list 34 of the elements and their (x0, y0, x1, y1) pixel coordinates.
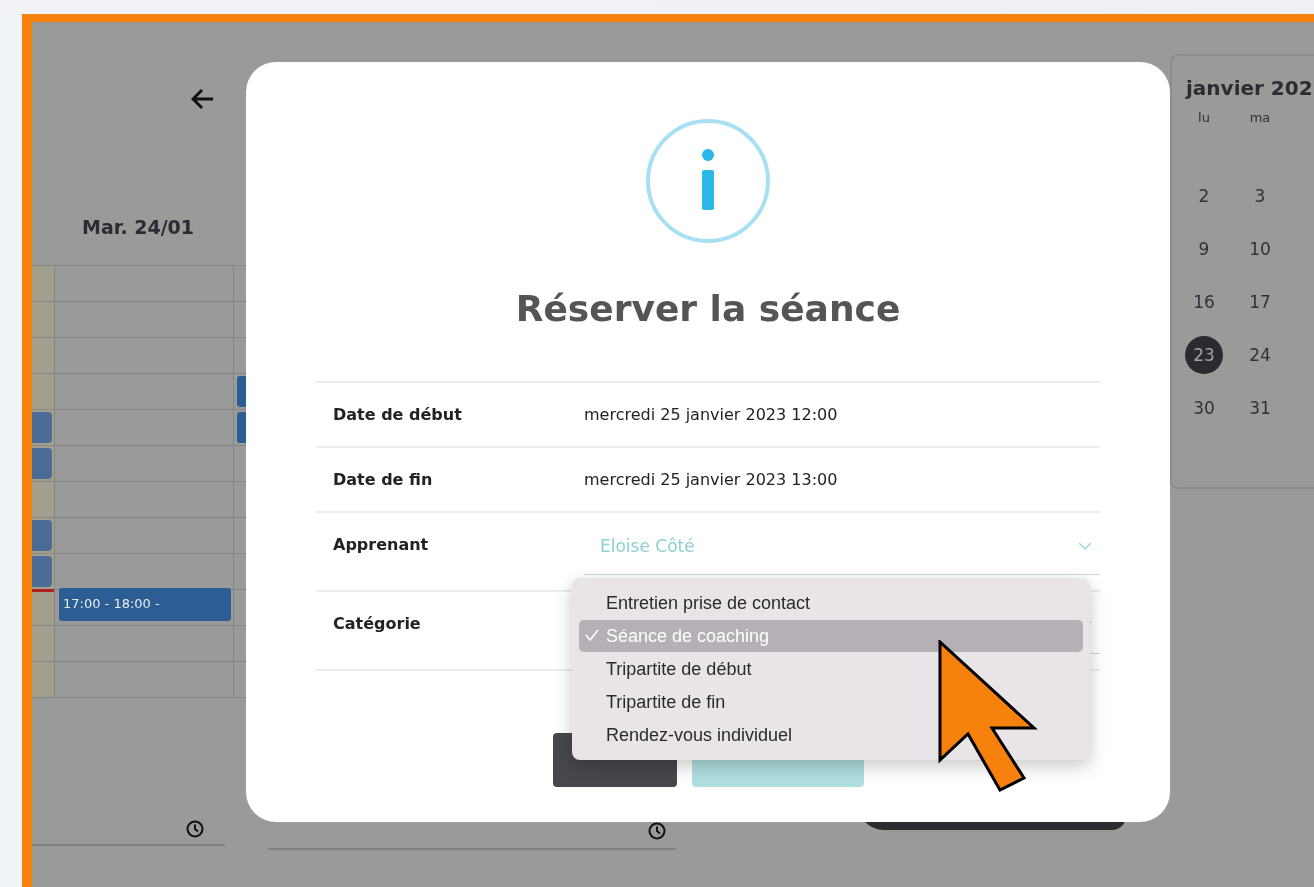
dialog-title: Réserver la séance (515, 288, 901, 329)
calendar-day[interactable]: 16 (1185, 283, 1223, 321)
field-label: Apprenant (332, 534, 430, 554)
clock-icon (186, 820, 204, 838)
field-value: mercredi 25 janvier 2023 13:00 (584, 470, 838, 489)
calendar-event[interactable]: 17:00 - 18:00 - (59, 588, 231, 621)
calendar-day[interactable]: 3 (1241, 177, 1279, 215)
clock-icon (648, 822, 666, 840)
calendar-day[interactable]: 17 (1241, 283, 1279, 321)
day-header: Mar. 24/01 (82, 216, 196, 238)
back-arrow-icon[interactable] (191, 88, 215, 110)
calendar-day[interactable]: 9 (1185, 230, 1223, 268)
calendar-day[interactable]: 30 (1185, 389, 1223, 427)
weekday-label: lu (1197, 110, 1211, 125)
chevron-down-icon (1078, 541, 1092, 550)
dropdown-option[interactable]: Tripartite de fin (579, 686, 1083, 718)
month-title: janvier 202 (1186, 76, 1314, 100)
dropdown-option[interactable]: Rendez-vous individuel (579, 719, 1083, 751)
weekday-label: ma (1248, 110, 1272, 125)
checkmark-icon (585, 629, 599, 641)
info-icon (645, 118, 771, 244)
dropdown-option[interactable]: Tripartite de début (579, 653, 1083, 685)
field-label: Date de début (332, 405, 463, 424)
field-label: Catégorie (332, 613, 422, 633)
dropdown-option[interactable]: Entretien prise de contact (579, 587, 1083, 619)
pointer-cursor-icon (938, 640, 1038, 792)
field-label: Date de fin (332, 470, 434, 489)
calendar-day[interactable]: 10 (1241, 230, 1279, 268)
calendar-day[interactable]: 2 (1185, 177, 1223, 215)
calendar-day[interactable]: 31 (1241, 389, 1279, 427)
field-value: mercredi 25 janvier 2023 12:00 (584, 405, 838, 424)
current-time-line (32, 589, 54, 592)
calendar-day[interactable]: 23 (1185, 336, 1223, 374)
calendar-day[interactable]: 24 (1241, 336, 1279, 374)
